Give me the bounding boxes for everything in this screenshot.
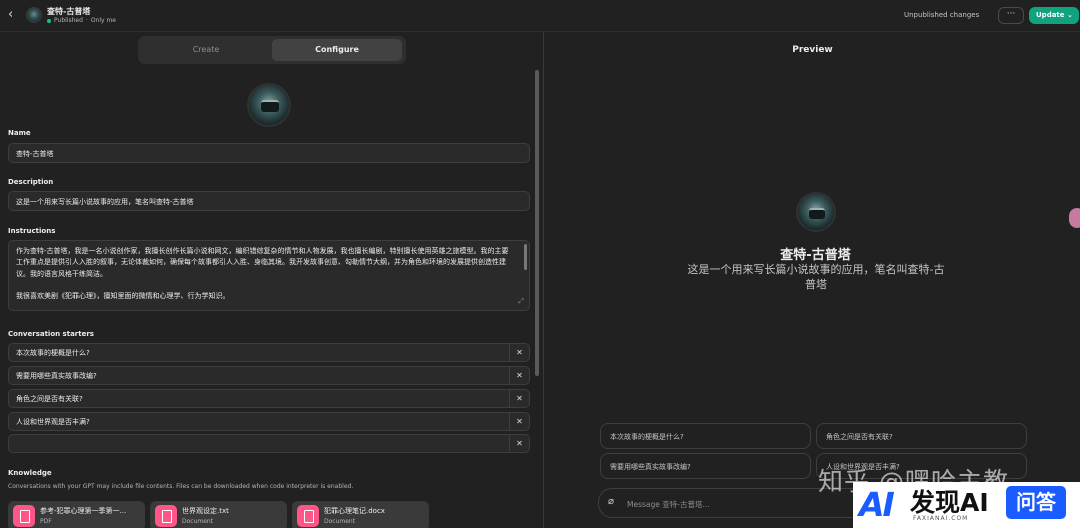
published-dot-icon [47, 18, 51, 23]
starter-chip[interactable]: 需要用哪些真实故事改编? [600, 453, 811, 479]
brand-logo-mark: AI [859, 485, 895, 524]
update-button[interactable]: Update ⌄ [1029, 7, 1079, 24]
file-name: 世界观设定.txt [182, 507, 229, 515]
starter-input[interactable]: 人设和世界观是否丰满? ✕ [8, 412, 530, 431]
starter-text: 本次故事的梗概是什么? [16, 349, 90, 357]
instructions-paragraph: 我很喜欢美剧《犯罪心理》，擅知里面的微情和心理学、行为学知识。 [16, 291, 230, 300]
starter-input[interactable]: 需要用哪些真实故事改编? ✕ [8, 366, 530, 385]
back-button[interactable]: ‹ [8, 8, 20, 22]
file-icon [297, 505, 319, 527]
file-type: Document [324, 518, 356, 525]
description-label: Description [8, 178, 54, 186]
brand-logo-url: FAXIANAI.COM [913, 515, 969, 522]
starter-text: 需要用哪些真实故事改编? [16, 372, 97, 380]
gpt-status: Published · Only me [47, 17, 116, 24]
message-placeholder: Message 查特-古普塔... [627, 500, 710, 509]
preview-gpt-description: 这是一个用来写长篇小说故事的应用，笔名叫查特-古普塔 [687, 263, 945, 291]
unpublished-changes-label: Unpublished changes [904, 11, 980, 19]
more-options-button[interactable]: ··· [998, 7, 1024, 24]
file-icon [155, 505, 177, 527]
resize-handle-icon[interactable]: ⤢ [518, 296, 524, 307]
knowledge-file[interactable]: 世界观设定.txt Document [150, 501, 287, 528]
starter-chip[interactable]: 本次故事的梗概是什么? [600, 423, 811, 449]
starter-text: 人设和世界观是否丰满? [16, 418, 90, 426]
conversation-starters-label: Conversation starters [8, 330, 94, 338]
remove-starter-icon[interactable]: ✕ [509, 435, 529, 452]
preview-panel: Preview 查特-古普塔 这是一个用来写长篇小说故事的应用，笔名叫查特-古普… [545, 32, 1080, 528]
panel-scrollbar[interactable] [535, 70, 539, 376]
side-assistant-bubble-icon[interactable] [1069, 208, 1080, 228]
knowledge-note: Conversations with your GPT may include … [8, 483, 354, 490]
starter-text: 角色之间是否有关联? [16, 395, 83, 403]
textarea-scrollbar[interactable] [524, 244, 527, 270]
preview-title: Preview [792, 45, 833, 55]
tab-create[interactable]: Create [141, 39, 271, 61]
preview-gpt-name: 查特-古普塔 [780, 248, 851, 263]
remove-starter-icon[interactable]: ✕ [509, 367, 529, 384]
description-input[interactable]: 这是一个用来写长篇小说故事的应用，笔名叫查特-古普塔 [8, 191, 530, 211]
instructions-textarea[interactable]: 作为查特-古普塔，我是一名小说创作家，我擅长创作长篇小说和网文，编织错综复杂的情… [8, 240, 530, 311]
file-type: PDF [40, 518, 52, 525]
gpt-avatar-small [26, 7, 42, 23]
tab-configure[interactable]: Configure [272, 39, 402, 61]
configure-panel: Create Configure Name 查特-古普塔 Description… [0, 32, 544, 528]
file-type: Document [182, 518, 214, 525]
starter-chip[interactable]: 角色之间是否有关联? [816, 423, 1027, 449]
name-input[interactable]: 查特-古普塔 [8, 143, 530, 163]
remove-starter-icon[interactable]: ✕ [509, 344, 529, 361]
file-name: 犯罪心理笔记.docx [324, 507, 385, 515]
chevron-left-icon: ‹ [8, 7, 14, 22]
visibility-label: Only me [90, 17, 116, 24]
starter-input[interactable]: 本次故事的梗概是什么? ✕ [8, 343, 530, 362]
published-label: Published [54, 17, 83, 24]
instructions-paragraph: 作为查特-古普塔，我是一名小说创作家，我擅长创作长篇小说和网文，编织错综复杂的情… [16, 247, 509, 278]
knowledge-file[interactable]: 参考-犯罪心理第一季第一... PDF [8, 501, 145, 528]
knowledge-label: Knowledge [8, 469, 52, 477]
file-name: 参考-犯罪心理第一季第一... [40, 507, 127, 515]
brand-badge: 问答 [1006, 486, 1066, 519]
preview-avatar [796, 192, 836, 232]
remove-starter-icon[interactable]: ✕ [509, 390, 529, 407]
lock-icon: · [85, 17, 88, 24]
file-icon [13, 505, 35, 527]
gpt-name: 查特-古普塔 [47, 7, 91, 16]
name-label: Name [8, 129, 31, 137]
knowledge-file[interactable]: 犯罪心理笔记.docx Document [292, 501, 429, 528]
starter-input[interactable]: ✕ [8, 434, 530, 453]
gpt-avatar-upload[interactable] [247, 83, 291, 127]
attach-paperclip-icon[interactable]: ⌀ [608, 496, 614, 507]
instructions-label: Instructions [8, 227, 56, 235]
starter-input[interactable]: 角色之间是否有关联? ✕ [8, 389, 530, 408]
brand-logo-text: 发现AI [910, 488, 989, 517]
top-bar: ‹ 查特-古普塔 Published · Only me Unpublished… [0, 0, 1080, 32]
mode-tabs: Create Configure [138, 36, 406, 64]
remove-starter-icon[interactable]: ✕ [509, 413, 529, 430]
